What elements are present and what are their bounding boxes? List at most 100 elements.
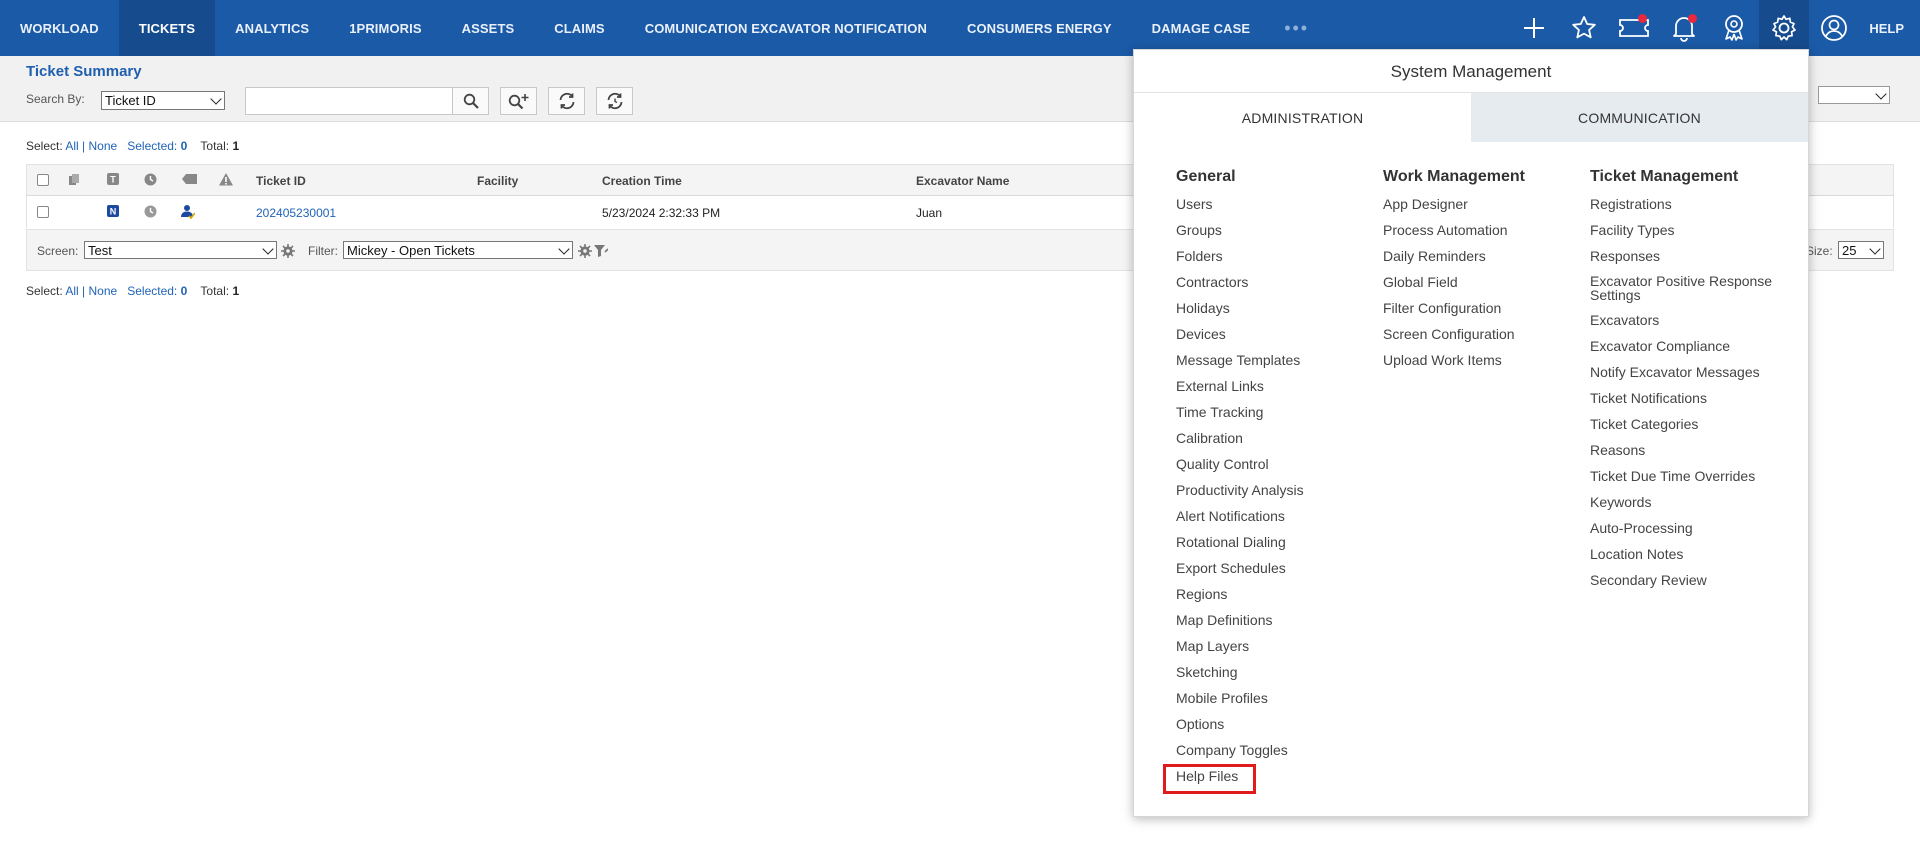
menu-screen-configuration[interactable]: Screen Configuration xyxy=(1383,326,1525,342)
menu-map-definitions[interactable]: Map Definitions xyxy=(1176,612,1304,628)
menu-message-templates[interactable]: Message Templates xyxy=(1176,352,1304,368)
menu-groups[interactable]: Groups xyxy=(1176,222,1304,238)
screen-settings-gear-icon[interactable] xyxy=(281,244,295,258)
plus-icon[interactable] xyxy=(1509,0,1559,56)
menu-ticket-categories[interactable]: Ticket Categories xyxy=(1590,416,1780,432)
refresh-button[interactable] xyxy=(548,87,585,115)
nav-analytics[interactable]: ANALYTICS xyxy=(215,0,329,56)
advanced-search-button[interactable] xyxy=(500,87,537,115)
menu-quality-control[interactable]: Quality Control xyxy=(1176,456,1304,472)
col-facility[interactable]: Facility xyxy=(477,174,518,188)
nav-assets[interactable]: ASSETS xyxy=(442,0,535,56)
select-all-link[interactable]: All xyxy=(65,284,78,298)
menu-rotational-dialing[interactable]: Rotational Dialing xyxy=(1176,534,1304,550)
select-all-link[interactable]: All xyxy=(65,139,78,153)
search-button[interactable] xyxy=(452,87,489,115)
ticket-id-link[interactable]: 202405230001 xyxy=(256,206,336,220)
nav-comunication-excavator-notification[interactable]: COMUNICATION EXCAVATOR NOTIFICATION xyxy=(625,0,947,56)
menu-external-links[interactable]: External Links xyxy=(1176,378,1304,394)
menu-company-toggles[interactable]: Company Toggles xyxy=(1176,742,1304,758)
bell-icon[interactable] xyxy=(1659,0,1709,56)
col-ticket-id[interactable]: Ticket ID xyxy=(256,174,306,188)
menu-app-designer[interactable]: App Designer xyxy=(1383,196,1525,212)
menu-auto-processing[interactable]: Auto-Processing xyxy=(1590,520,1780,536)
menu-export-schedules[interactable]: Export Schedules xyxy=(1176,560,1304,576)
menu-excavator-positive-response-settings[interactable]: Excavator Positive Response Settings xyxy=(1590,274,1780,302)
normal-ticket-icon: N xyxy=(107,205,119,217)
warning-icon xyxy=(219,173,233,186)
general-column: General Users Groups Folders Contractors… xyxy=(1176,168,1304,794)
search-input[interactable] xyxy=(245,87,455,115)
nav-claims[interactable]: CLAIMS xyxy=(534,0,624,56)
menu-calibration[interactable]: Calibration xyxy=(1176,430,1304,446)
menu-reasons[interactable]: Reasons xyxy=(1590,442,1780,458)
menu-regions[interactable]: Regions xyxy=(1176,586,1304,602)
view-select[interactable] xyxy=(1818,86,1890,104)
menu-excavators[interactable]: Excavators xyxy=(1590,312,1780,328)
chevron-down-icon xyxy=(1869,243,1881,255)
menu-contractors[interactable]: Contractors xyxy=(1176,274,1304,290)
col-creation-time[interactable]: Creation Time xyxy=(602,174,682,188)
filter-value: Mickey - Open Tickets xyxy=(347,242,475,258)
menu-productivity-analysis[interactable]: Productivity Analysis xyxy=(1176,482,1304,498)
chevron-down-icon xyxy=(262,243,274,255)
menu-alert-notifications[interactable]: Alert Notifications xyxy=(1176,508,1304,524)
tab-administration[interactable]: ADMINISTRATION xyxy=(1134,93,1471,142)
menu-map-layers[interactable]: Map Layers xyxy=(1176,638,1304,654)
nav-workload[interactable]: WORKLOAD xyxy=(0,0,119,56)
menu-facility-types[interactable]: Facility Types xyxy=(1590,222,1780,238)
menu-secondary-review[interactable]: Secondary Review xyxy=(1590,572,1780,588)
nav-1primoris[interactable]: 1PRIMORIS xyxy=(329,0,441,56)
menu-devices[interactable]: Devices xyxy=(1176,326,1304,342)
nav-more-button[interactable]: ••• xyxy=(1270,0,1323,56)
auto-refresh-button[interactable] xyxy=(596,87,633,115)
menu-process-automation[interactable]: Process Automation xyxy=(1383,222,1525,238)
nav-tickets[interactable]: TICKETS xyxy=(118,0,216,56)
ticket-type-icon: T xyxy=(107,173,119,185)
select-none-link[interactable]: None xyxy=(89,284,118,298)
menu-sketching[interactable]: Sketching xyxy=(1176,664,1304,680)
menu-options[interactable]: Options xyxy=(1176,716,1304,732)
search-icon xyxy=(463,93,479,109)
row-checkbox[interactable] xyxy=(37,206,49,218)
help-link[interactable]: HELP xyxy=(1859,0,1920,56)
menu-holidays[interactable]: Holidays xyxy=(1176,300,1304,316)
menu-users[interactable]: Users xyxy=(1176,196,1304,212)
menu-filter-configuration[interactable]: Filter Configuration xyxy=(1383,300,1525,316)
search-by-select[interactable]: Ticket ID xyxy=(101,91,225,110)
ticket-management-heading: Ticket Management xyxy=(1590,168,1739,185)
col-excavator-name[interactable]: Excavator Name xyxy=(916,174,1009,188)
award-icon[interactable] xyxy=(1709,0,1759,56)
menu-excavator-compliance[interactable]: Excavator Compliance xyxy=(1590,338,1780,354)
screen-select[interactable]: Test xyxy=(84,241,277,259)
menu-responses[interactable]: Responses xyxy=(1590,248,1780,264)
filter-funnel-icon[interactable] xyxy=(594,244,608,258)
filter-settings-gear-icon[interactable] xyxy=(578,244,592,258)
star-icon[interactable] xyxy=(1559,0,1609,56)
menu-ticket-notifications[interactable]: Ticket Notifications xyxy=(1590,390,1780,406)
tab-communication[interactable]: COMMUNICATION xyxy=(1471,93,1808,142)
menu-location-notes[interactable]: Location Notes xyxy=(1590,546,1780,562)
select-none-link[interactable]: None xyxy=(89,139,118,153)
menu-registrations[interactable]: Registrations xyxy=(1590,196,1780,212)
menu-notify-excavator-messages[interactable]: Notify Excavator Messages xyxy=(1590,364,1780,380)
filter-select[interactable]: Mickey - Open Tickets xyxy=(343,241,573,259)
menu-folders[interactable]: Folders xyxy=(1176,248,1304,264)
page-size-select[interactable]: 25 xyxy=(1838,241,1884,259)
refresh-icon xyxy=(559,92,574,110)
screen-label: Screen: xyxy=(37,244,79,258)
menu-daily-reminders[interactable]: Daily Reminders xyxy=(1383,248,1525,264)
help-files-highlight xyxy=(1163,764,1256,794)
gear-icon[interactable] xyxy=(1759,0,1810,56)
menu-global-field[interactable]: Global Field xyxy=(1383,274,1525,290)
nav-damage-case[interactable]: DAMAGE CASE xyxy=(1132,0,1271,56)
select-all-checkbox[interactable] xyxy=(37,174,49,186)
menu-time-tracking[interactable]: Time Tracking xyxy=(1176,404,1304,420)
menu-mobile-profiles[interactable]: Mobile Profiles xyxy=(1176,690,1304,706)
menu-upload-work-items[interactable]: Upload Work Items xyxy=(1383,352,1525,368)
menu-keywords[interactable]: Keywords xyxy=(1590,494,1780,510)
menu-ticket-due-time-overrides[interactable]: Ticket Due Time Overrides xyxy=(1590,468,1780,484)
nav-consumers-energy[interactable]: CONSUMERS ENERGY xyxy=(947,0,1132,56)
user-icon[interactable] xyxy=(1809,0,1859,56)
ticket-icon[interactable] xyxy=(1609,0,1659,56)
